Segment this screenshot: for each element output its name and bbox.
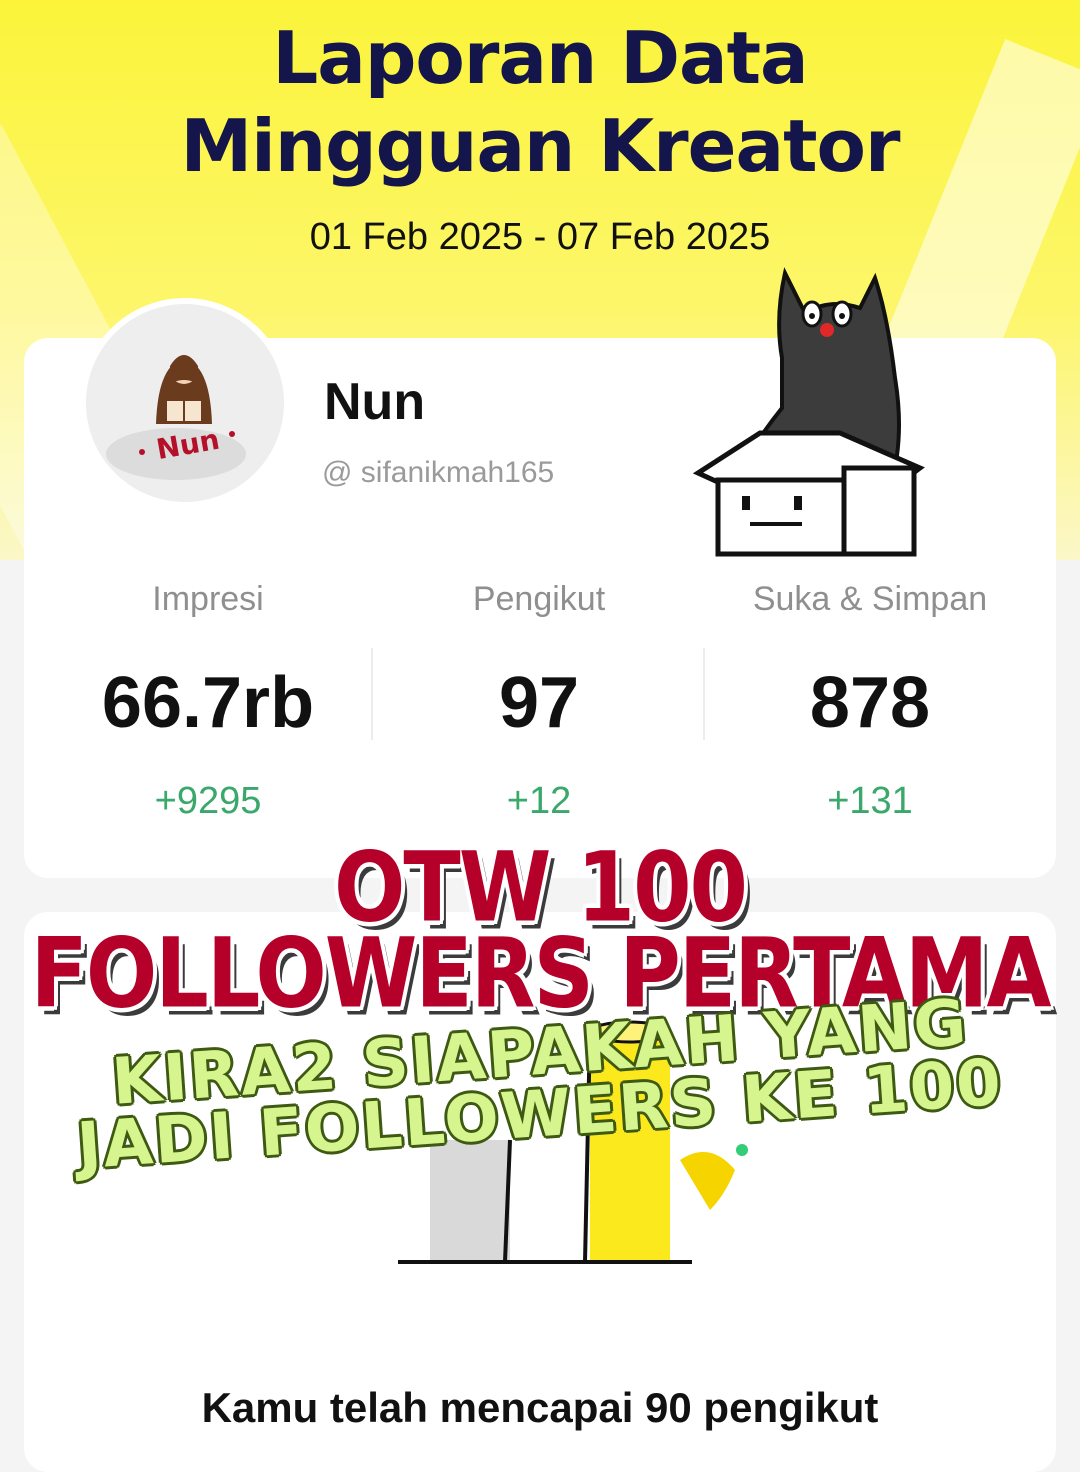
stat-likes-saves[interactable]: Suka & Simpan 878 +131 xyxy=(700,580,1040,823)
page-title: Laporan Data Mingguan Kreator xyxy=(0,14,1080,190)
reading-girl-avatar-icon: Nun xyxy=(86,304,284,502)
stat-value: 97 xyxy=(498,663,580,743)
cat-in-box-sticker-icon xyxy=(692,267,925,557)
stat-label: Suka & Simpan xyxy=(752,580,988,618)
stat-delta: +9295 xyxy=(154,780,262,822)
stat-value: 878 xyxy=(809,663,931,743)
title-line-2: Mingguan Kreator xyxy=(180,104,901,188)
avatar[interactable]: Nun xyxy=(80,298,290,508)
stat-delta: +12 xyxy=(506,780,572,822)
stat-label: Impresi xyxy=(152,580,264,618)
stat-label: Pengikut xyxy=(472,580,606,618)
stat-followers[interactable]: Pengikut 97 +12 xyxy=(369,580,709,823)
date-range: 01 Feb 2025 - 07 Feb 2025 xyxy=(309,216,771,258)
milestone-text: Kamu telah mencapai 90 pengikut xyxy=(201,1384,879,1431)
profile-handle: @ sifanikmah165 xyxy=(322,456,555,489)
profile-name: Nun xyxy=(324,373,426,431)
stat-value: 66.7rb xyxy=(101,663,315,743)
stat-impressions[interactable]: Impresi 66.7rb +9295 xyxy=(38,580,378,823)
title-line-1: Laporan Data xyxy=(272,16,808,100)
stat-delta: +131 xyxy=(827,780,913,822)
